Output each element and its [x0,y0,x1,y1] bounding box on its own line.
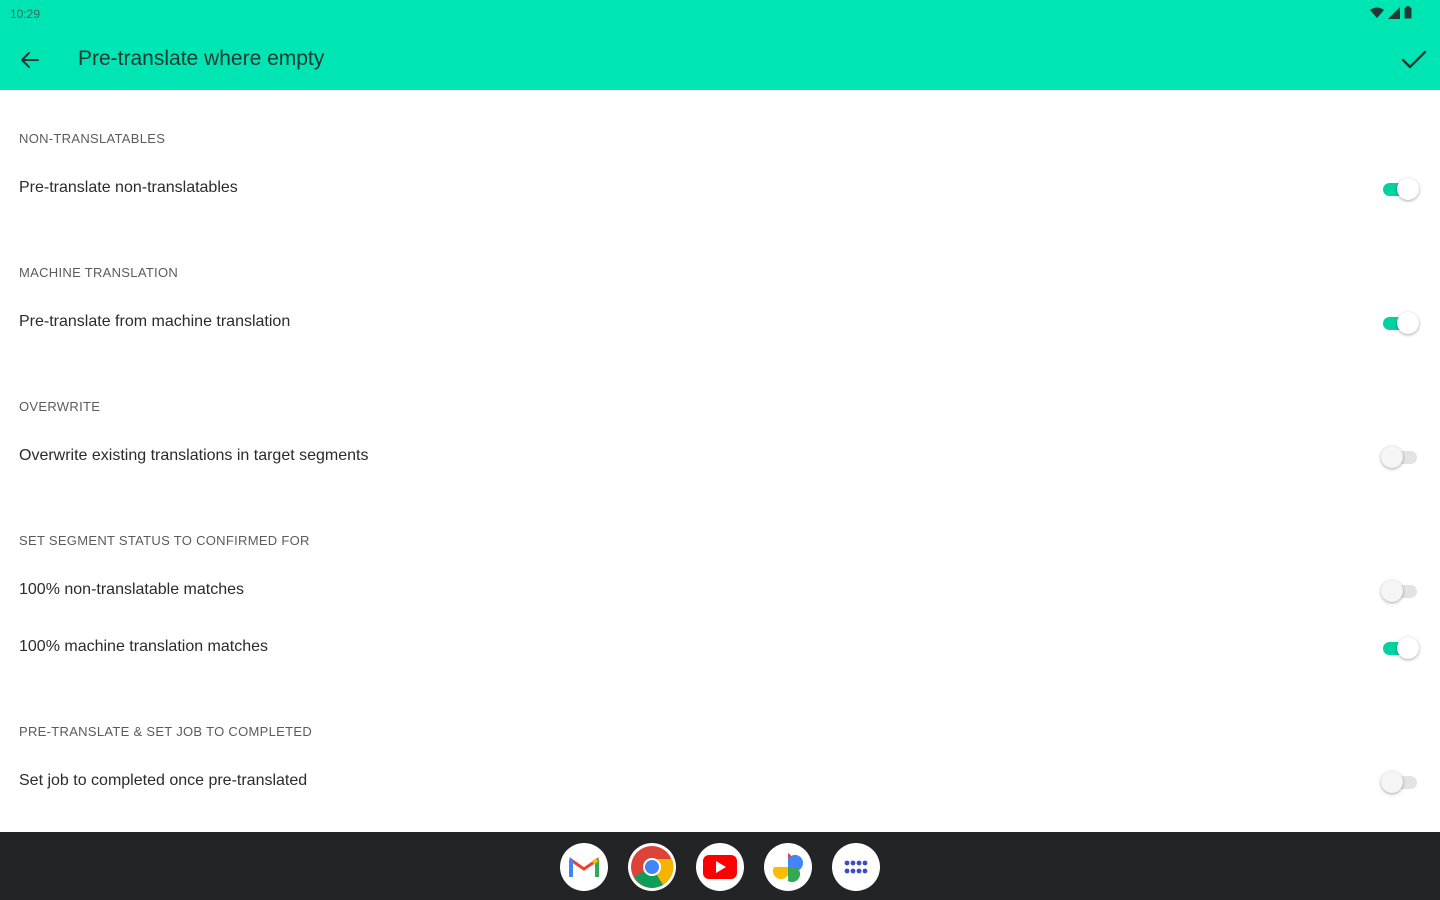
setting-row-overwrite-existing[interactable]: Overwrite existing translations in targe… [0,433,1440,481]
status-icons [1370,6,1412,19]
setting-label: 100% non-translatable matches [19,581,245,598]
page-title: Pre-translate where empty [78,47,325,70]
toggle-switch[interactable] [1381,312,1419,334]
status-time: 10:29 [10,7,41,21]
toggle-switch[interactable] [1381,580,1419,602]
app-bar: 10:29 Pre-translate where empty [0,0,1440,90]
setting-label: Overwrite existing translations in targe… [19,447,369,464]
taskbar [0,832,1440,900]
battery-icon [1404,6,1412,19]
setting-row-pretranslate-machine-translation[interactable]: Pre-translate from machine translation [0,299,1440,347]
settings-list: NON-TRANSLATABLES Pre-translate non-tran… [0,90,1440,832]
app-drawer-icon[interactable] [832,843,880,891]
youtube-icon[interactable] [696,843,744,891]
section-header-segment-status: SET SEGMENT STATUS TO CONFIRMED FOR [19,533,310,548]
setting-label: Pre-translate from machine translation [19,313,291,330]
check-icon [1401,50,1427,69]
setting-row-pretranslate-non-translatables[interactable]: Pre-translate non-translatables [0,165,1440,213]
arrow-left-icon [21,52,39,68]
setting-label: 100% machine translation matches [19,638,269,655]
signal-icon [1388,6,1400,19]
toggle-switch[interactable] [1381,178,1419,200]
toggle-switch[interactable] [1381,637,1419,659]
setting-row-set-job-completed[interactable]: Set job to completed once pre-translated [0,758,1440,806]
setting-label: Set job to completed once pre-translated [19,772,308,789]
setting-row-mt-matches[interactable]: 100% machine translation matches [0,624,1440,672]
back-button[interactable] [14,44,46,76]
toggle-switch[interactable] [1381,771,1419,793]
wifi-icon [1370,7,1384,18]
photos-icon[interactable] [764,843,812,891]
chrome-icon[interactable] [628,843,676,891]
setting-label: Pre-translate non-translatables [19,179,238,196]
section-header-overwrite: OVERWRITE [19,399,101,414]
section-header-non-translatables: NON-TRANSLATABLES [19,131,166,146]
section-header-job-completed: PRE-TRANSLATE & SET JOB TO COMPLETED [19,724,313,739]
app-dock [560,843,880,891]
toggle-switch[interactable] [1381,446,1419,468]
confirm-button[interactable] [1398,44,1430,76]
setting-row-nt-matches[interactable]: 100% non-translatable matches [0,567,1440,615]
gmail-icon[interactable] [560,843,608,891]
section-header-machine-translation: MACHINE TRANSLATION [19,265,179,280]
